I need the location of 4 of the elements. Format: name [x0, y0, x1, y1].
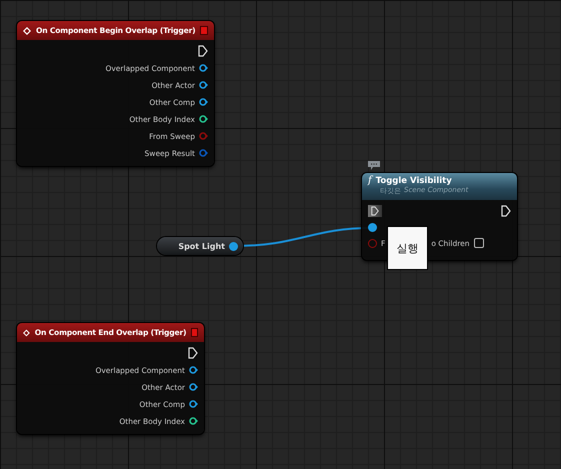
- node-title: Toggle Visibility: [376, 176, 452, 186]
- variable-label: Spot Light: [178, 242, 225, 250]
- tooltip: 실행: [387, 226, 428, 270]
- function-icon: f: [368, 175, 372, 186]
